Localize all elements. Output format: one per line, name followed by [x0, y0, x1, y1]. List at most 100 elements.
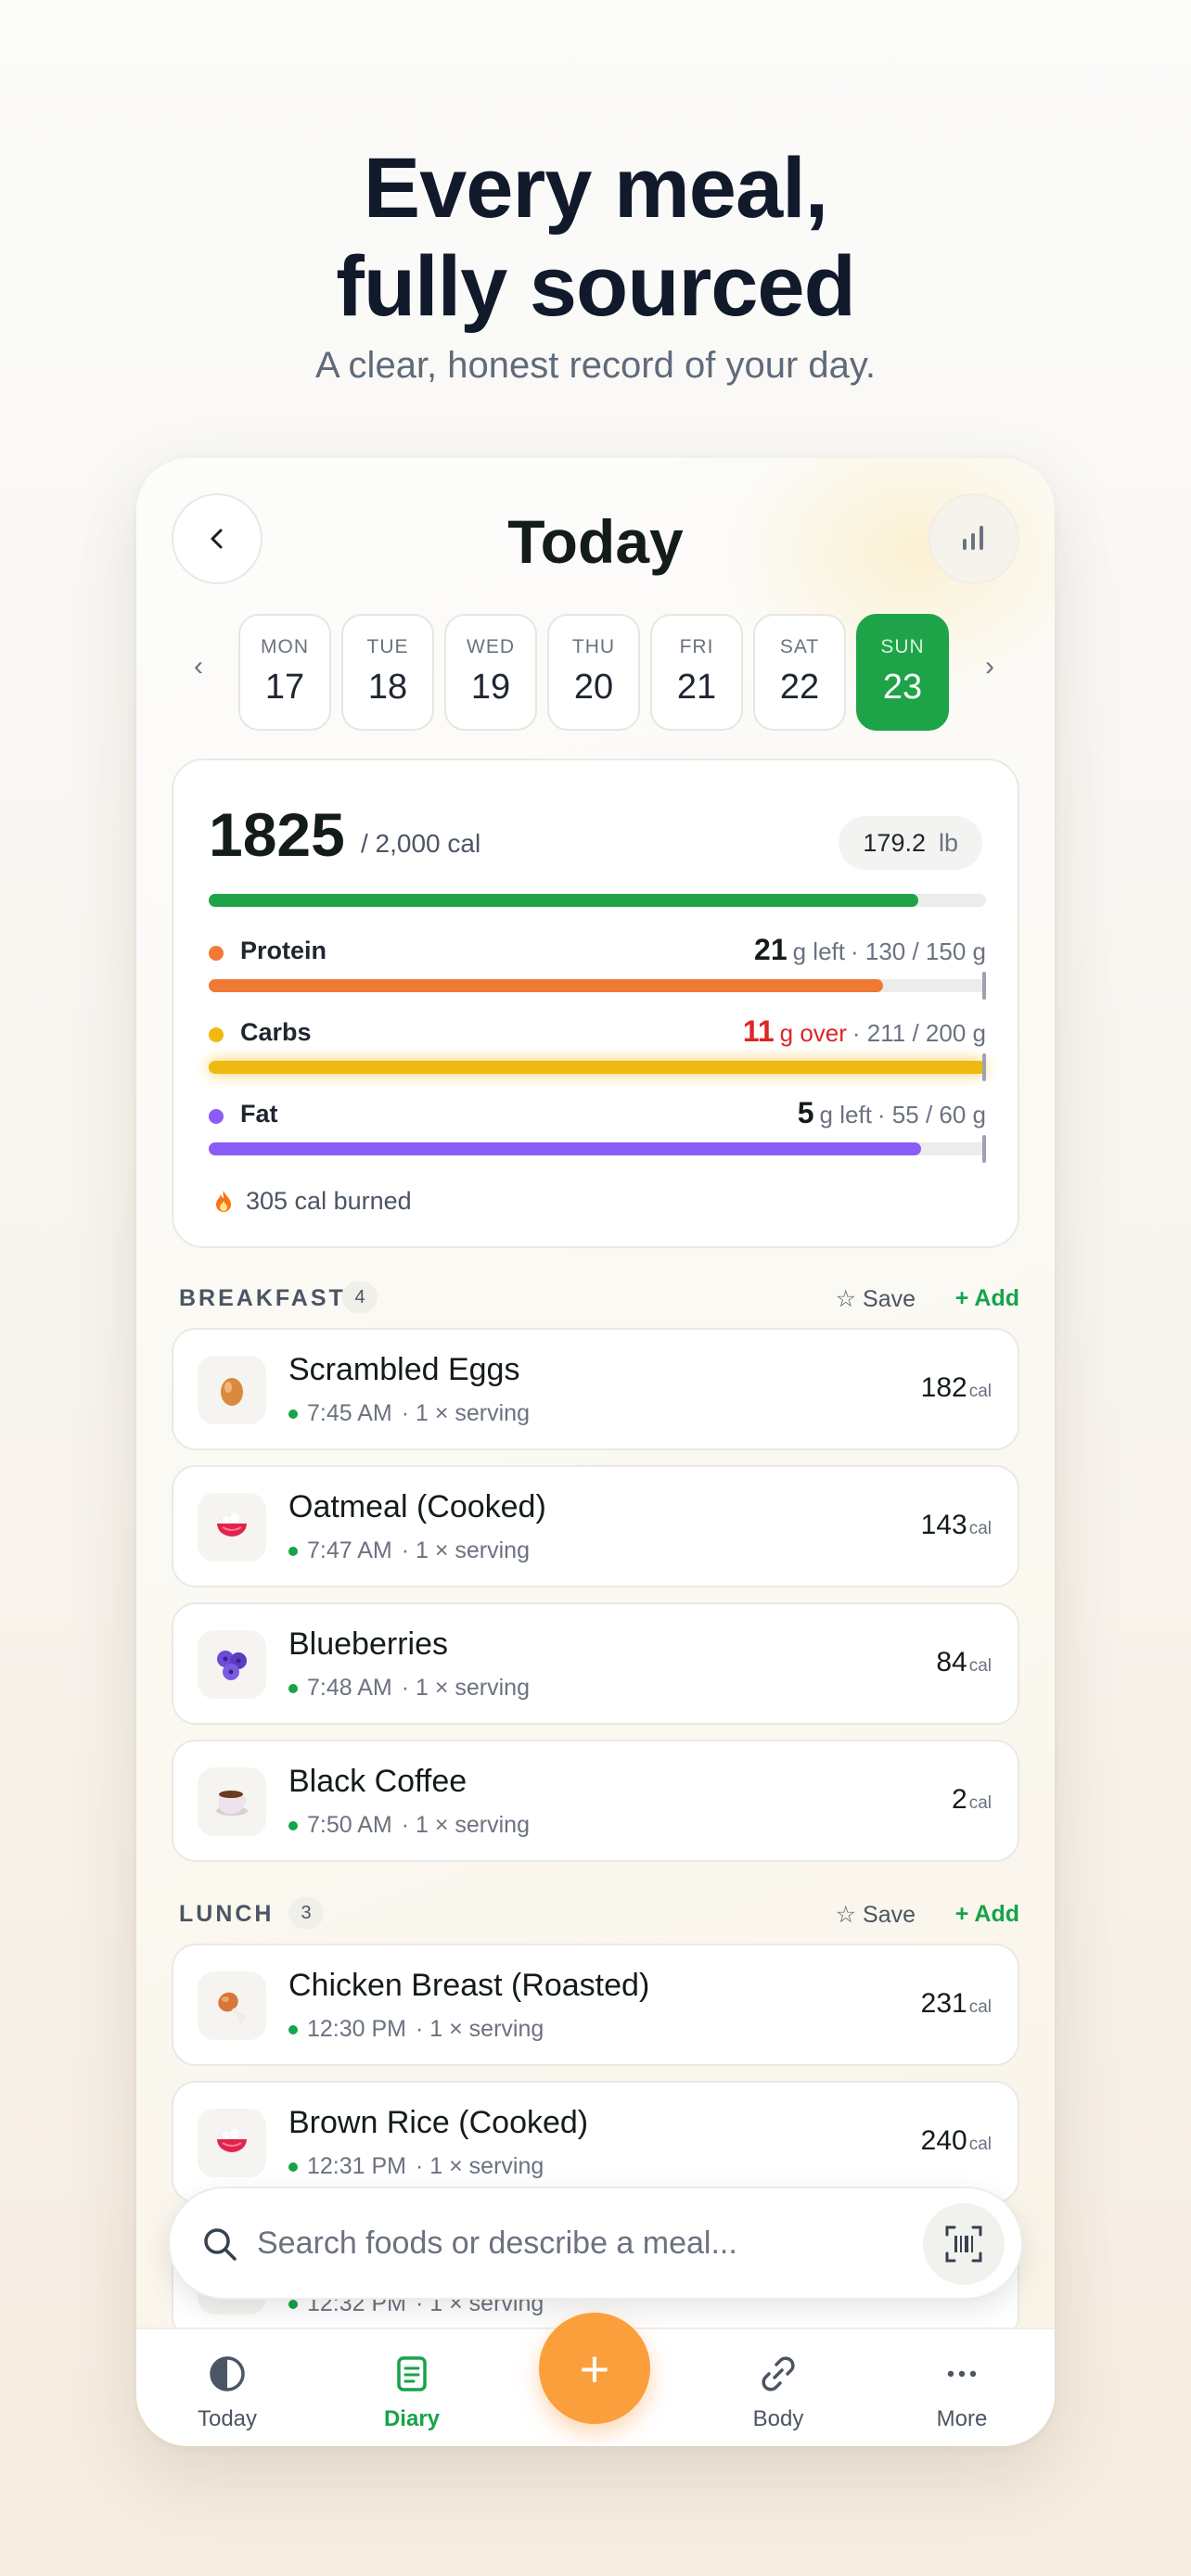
food-calories-unit: cal [968, 1656, 992, 1676]
week-strip: ‹ MON 17 TUE 18 WED 19 THU 20 FRI 21 SAT 22 SUN 23 › [136, 614, 1055, 733]
day-date: 20 [573, 668, 614, 707]
food-time: 7:45 AM [307, 1400, 392, 1426]
phone-screen: Today ‹ MON 17 TUE 18 WED 19 THU 20 FRI 21 SAT 22 SU… [136, 458, 1055, 2446]
food-meta: 7:45 AM · 1 × serving [288, 1400, 530, 1427]
food-calories-value: 182 [920, 1372, 967, 1403]
breakfast-add-button[interactable]: + Add [955, 1285, 1019, 1312]
add-entry-button[interactable]: + [539, 2313, 650, 2424]
macro-name: Carbs [240, 1018, 312, 1046]
day-date: 21 [676, 668, 717, 707]
macro-goal-marker [982, 972, 986, 1000]
food-calories-value: 231 [920, 1988, 967, 2019]
food-name: Black Coffee [288, 1764, 467, 1799]
macro-progress-fill [209, 1142, 922, 1155]
flame-icon [216, 1190, 231, 1212]
food-meta: 12:30 PM · 1 × serving [288, 2016, 544, 2043]
day-name: SAT [779, 636, 820, 657]
breakfast-label: BREAKFAST [179, 1285, 346, 1311]
tab-today[interactable]: Today [162, 2353, 292, 2432]
food-entry[interactable]: Chicken Breast (Roasted) 12:30 PM · 1 × se… [172, 1944, 1019, 2066]
macro-goal-marker [982, 1135, 986, 1163]
macro-progress-fill [209, 979, 883, 992]
day-thu[interactable]: THU 20 [547, 614, 640, 731]
food-calories-unit: cal [968, 2135, 992, 2154]
search-input[interactable]: Search foods or describe a meal... [257, 2225, 737, 2262]
calories-goal: / 2,000 cal [361, 829, 481, 858]
tab-more[interactable]: More [897, 2353, 1027, 2432]
macro-amount: 11 [742, 1014, 775, 1048]
day-date: 17 [264, 668, 305, 707]
food-name: Scrambled Eggs [288, 1352, 520, 1387]
food-calories-value: 84 [936, 1647, 967, 1677]
macro-status: 11 g over · 211 / 200 g [743, 1014, 986, 1049]
food-entry[interactable]: Scrambled Eggs 7:45 AM · 1 × serving 182 cal [172, 1328, 1019, 1450]
hero-line-2: fully sourced [336, 239, 856, 334]
page-title: Today [507, 507, 684, 576]
food-calories-unit: cal [968, 1519, 992, 1538]
prev-week-button[interactable]: ‹ [194, 651, 203, 682]
logged-dot [288, 1820, 298, 1830]
day-name: SUN [880, 636, 925, 657]
tab-body-label: Body [752, 2406, 804, 2431]
macro-status-word: g left [819, 1101, 872, 1129]
weight-value: 179.2 [863, 828, 926, 857]
macro-dot [209, 946, 224, 961]
food-serving: · 1 × serving [416, 2153, 544, 2179]
food-calories-unit: cal [968, 1997, 992, 2017]
food-calories-unit: cal [968, 1793, 992, 1813]
day-sun[interactable]: SUN 23 [856, 614, 949, 731]
lunch-add-button[interactable]: + Add [955, 1901, 1019, 1928]
tab-diary[interactable]: Diary [347, 2353, 477, 2432]
macro-name: Protein [240, 937, 327, 964]
macro-amount: 21 [754, 933, 788, 966]
lunch-save-button[interactable]: ☆ Save [836, 1901, 916, 1929]
calories-consumed: 1825 [209, 800, 345, 869]
weight-unit: lb [938, 828, 958, 857]
food-entry[interactable]: Brown Rice (Cooked) 12:31 PM · 1 × serving… [172, 2081, 1019, 2203]
logged-dot [288, 2162, 298, 2172]
food-calories: 231 cal [921, 1988, 992, 2020]
food-entry[interactable]: Blueberries 7:48 AM · 1 × serving 84 cal [172, 1602, 1019, 1725]
day-sat[interactable]: SAT 22 [753, 614, 846, 731]
lunch-count: 3 [288, 1897, 324, 1929]
day-fri[interactable]: FRI 21 [650, 614, 743, 731]
day-mon[interactable]: MON 17 [238, 614, 331, 731]
stats-button[interactable] [928, 493, 1019, 584]
day-wed[interactable]: WED 19 [444, 614, 537, 731]
macro-name: Fat [240, 1100, 278, 1128]
macro-status: 5g left · 55 / 60 g [798, 1096, 986, 1130]
macro-carbs: Carbs 11 g over · 211 / 200 g [209, 1014, 986, 1052]
tab-more-label: More [936, 2406, 988, 2431]
notebook-icon [397, 2356, 427, 2391]
food-serving: · 1 × serving [401, 1537, 530, 1563]
breakfast-count: 4 [342, 1282, 378, 1313]
food-name: Oatmeal (Cooked) [288, 1489, 546, 1524]
food-time: 7:50 AM [307, 1812, 392, 1838]
blueberries-icon [198, 1630, 266, 1699]
barcode-scan-button[interactable] [923, 2203, 1005, 2285]
breakfast-save-button[interactable]: ☆ Save [836, 1285, 916, 1313]
half-circle-icon [210, 2356, 245, 2391]
food-calories: 84 cal [936, 1647, 992, 1678]
tab-body[interactable]: Body [713, 2353, 843, 2432]
food-time: 7:47 AM [307, 1537, 392, 1563]
tab-diary-label: Diary [383, 2406, 441, 2431]
food-entry[interactable]: Black Coffee 7:50 AM · 1 × serving 2 cal [172, 1740, 1019, 1862]
day-tue[interactable]: TUE 18 [341, 614, 434, 731]
macro-status-word: g left [792, 937, 845, 965]
weight-pill[interactable]: 179.2 lb [839, 816, 982, 870]
bowl-icon [198, 2109, 266, 2177]
logged-dot [288, 2299, 298, 2309]
food-calories-value: 240 [920, 2125, 967, 2156]
macro-status: 21 g left · 130 / 150 g [754, 933, 986, 967]
more-dots-icon [947, 2370, 977, 2378]
bowl-icon [198, 1493, 266, 1562]
food-search-bar[interactable]: Search foods or describe a meal... [168, 2187, 1023, 2300]
macro-detail: · 130 / 150 g [851, 937, 986, 965]
next-week-button[interactable]: › [985, 651, 994, 682]
macro-dot [209, 1027, 224, 1042]
calories-progress-fill [209, 894, 918, 907]
logged-dot [288, 1409, 298, 1419]
food-entry[interactable]: Oatmeal (Cooked) 7:47 AM · 1 × serving 143 c… [172, 1465, 1019, 1588]
macro-fat: Fat 5 g left · 55 / 60 g [209, 1096, 986, 1133]
